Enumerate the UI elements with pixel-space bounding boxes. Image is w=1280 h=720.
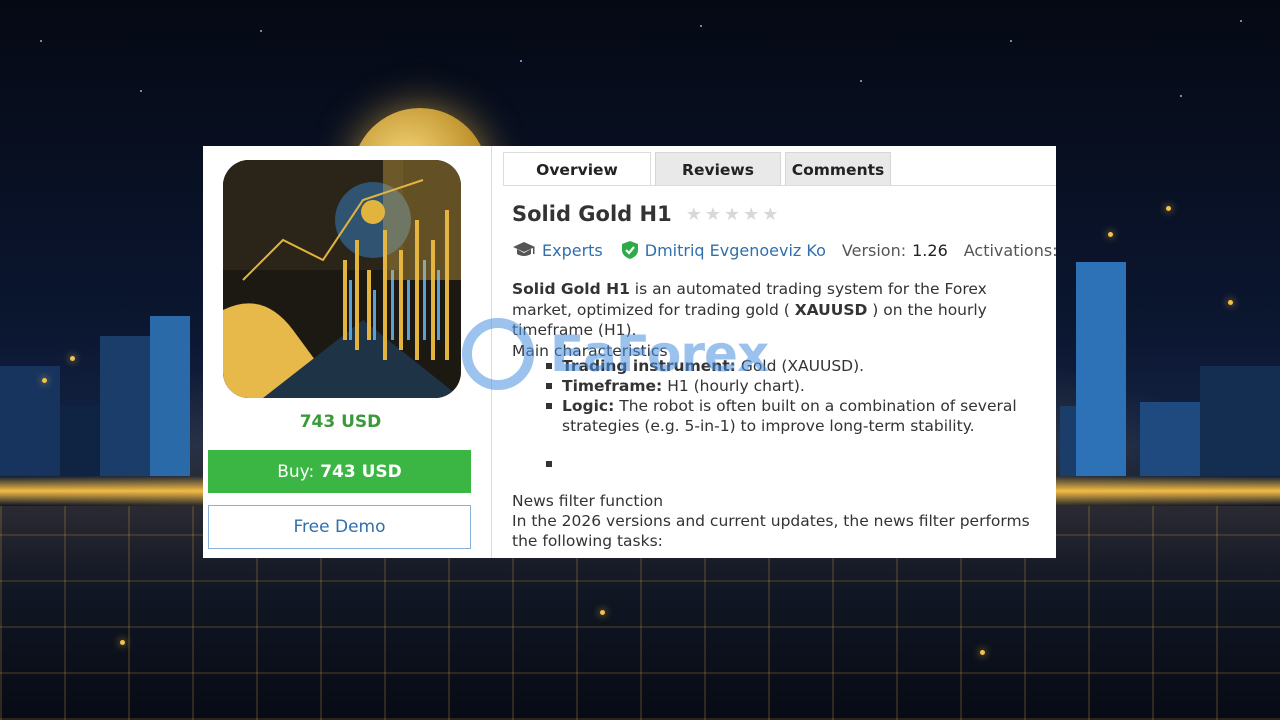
star-icon: ★ bbox=[723, 203, 741, 225]
news-filter-heading: News filter function bbox=[512, 492, 664, 510]
characteristic-value: H1 (hourly chart). bbox=[662, 377, 805, 395]
product-image bbox=[223, 160, 461, 398]
tab-comments[interactable]: Comments bbox=[785, 152, 891, 186]
version-label: Version: bbox=[841, 240, 907, 260]
bullet-marker bbox=[546, 363, 552, 369]
product-price: 743 USD bbox=[299, 412, 382, 432]
activations-label: Activations: bbox=[963, 240, 1056, 260]
star-icon: ★ bbox=[685, 203, 702, 225]
star bbox=[520, 60, 522, 62]
author-link[interactable]: Dmitriq Evgenoeviz Ko bbox=[645, 241, 826, 260]
light-dot bbox=[120, 640, 125, 645]
bullet-marker bbox=[546, 403, 552, 409]
skyline-building bbox=[1076, 262, 1126, 476]
list-item: Trading instrument: Gold (XAUUSD). bbox=[512, 356, 1047, 376]
buy-button-label: Buy: bbox=[277, 461, 315, 482]
product-title: Solid Gold H1 bbox=[512, 202, 672, 226]
list-item: Logic: The robot is often built on a com… bbox=[512, 396, 1047, 436]
star bbox=[700, 25, 702, 27]
characteristic-label: Logic: bbox=[562, 397, 615, 415]
tab-divider bbox=[503, 185, 1056, 186]
light-dot bbox=[70, 356, 75, 361]
news-filter-section: News filter function In the 2026 version… bbox=[512, 491, 1052, 551]
skyline-building bbox=[150, 316, 190, 476]
light-dot bbox=[42, 378, 47, 383]
purchase-panel: 743 USD Buy: 743 USD Free Demo bbox=[203, 146, 492, 558]
light-dot bbox=[1228, 300, 1233, 305]
news-filter-text: In the 2026 versions and current updates… bbox=[512, 512, 1030, 550]
star bbox=[1240, 20, 1242, 22]
list-item bbox=[512, 454, 1047, 467]
description-product-name: Solid Gold H1 bbox=[512, 280, 630, 298]
skyline-building bbox=[1200, 366, 1280, 476]
product-details: Overview Reviews Comments Solid Gold H1 … bbox=[503, 146, 1056, 558]
characteristic-value: The robot is often built on a combinatio… bbox=[562, 397, 1017, 435]
product-description: Solid Gold H1 is an automated trading sy… bbox=[512, 279, 1047, 361]
characteristic-label: Timeframe: bbox=[562, 377, 663, 395]
skyline-building bbox=[0, 366, 60, 476]
bullet-marker bbox=[546, 461, 552, 467]
category-link[interactable]: Experts bbox=[542, 241, 603, 260]
star-icon: ★ bbox=[704, 203, 721, 225]
tab-reviews[interactable]: Reviews bbox=[655, 152, 781, 186]
star-icon: ★ bbox=[743, 203, 760, 225]
buy-button[interactable]: Buy: 743 USD bbox=[208, 450, 471, 493]
star bbox=[860, 80, 862, 82]
bullet-marker bbox=[546, 383, 552, 389]
skyline-building bbox=[60, 406, 100, 476]
characteristics-list: Trading instrument: Gold (XAUUSD). Timef… bbox=[512, 356, 1047, 467]
star bbox=[40, 40, 42, 42]
star bbox=[260, 30, 262, 32]
skyline-building bbox=[100, 336, 150, 476]
star bbox=[140, 90, 142, 92]
star-icon: ★ bbox=[762, 203, 779, 225]
meta-row: Experts Dmitriq Evgenoeviz Ko Version: 1… bbox=[512, 240, 1056, 260]
description-symbol: XAUUSD bbox=[794, 300, 868, 319]
light-dot bbox=[1108, 232, 1113, 237]
title-row: Solid Gold H1 ★ ★ ★ ★ ★ bbox=[512, 202, 778, 226]
light-dot bbox=[980, 650, 985, 655]
list-item: Timeframe: H1 (hourly chart). bbox=[512, 376, 1047, 396]
light-dot bbox=[600, 610, 605, 615]
characteristic-label: Trading instrument: bbox=[562, 357, 736, 375]
shield-check-icon bbox=[621, 240, 639, 260]
star bbox=[1010, 40, 1012, 42]
characteristic-value: Gold (XAUUSD). bbox=[735, 357, 865, 375]
product-artwork bbox=[223, 160, 461, 398]
skyline-building bbox=[1140, 402, 1200, 476]
free-demo-button[interactable]: Free Demo bbox=[208, 505, 471, 549]
graduation-cap-icon bbox=[512, 241, 536, 259]
tab-bar: Overview Reviews Comments bbox=[503, 152, 895, 186]
version-value: 1.26 bbox=[912, 240, 948, 260]
rating-stars[interactable]: ★ ★ ★ ★ ★ bbox=[686, 204, 779, 225]
tab-overview[interactable]: Overview bbox=[503, 152, 651, 186]
product-card: 743 USD Buy: 743 USD Free Demo Overview … bbox=[203, 146, 1056, 558]
light-dot bbox=[1166, 206, 1171, 211]
buy-button-price: 743 USD bbox=[320, 461, 402, 482]
star bbox=[1180, 95, 1182, 97]
